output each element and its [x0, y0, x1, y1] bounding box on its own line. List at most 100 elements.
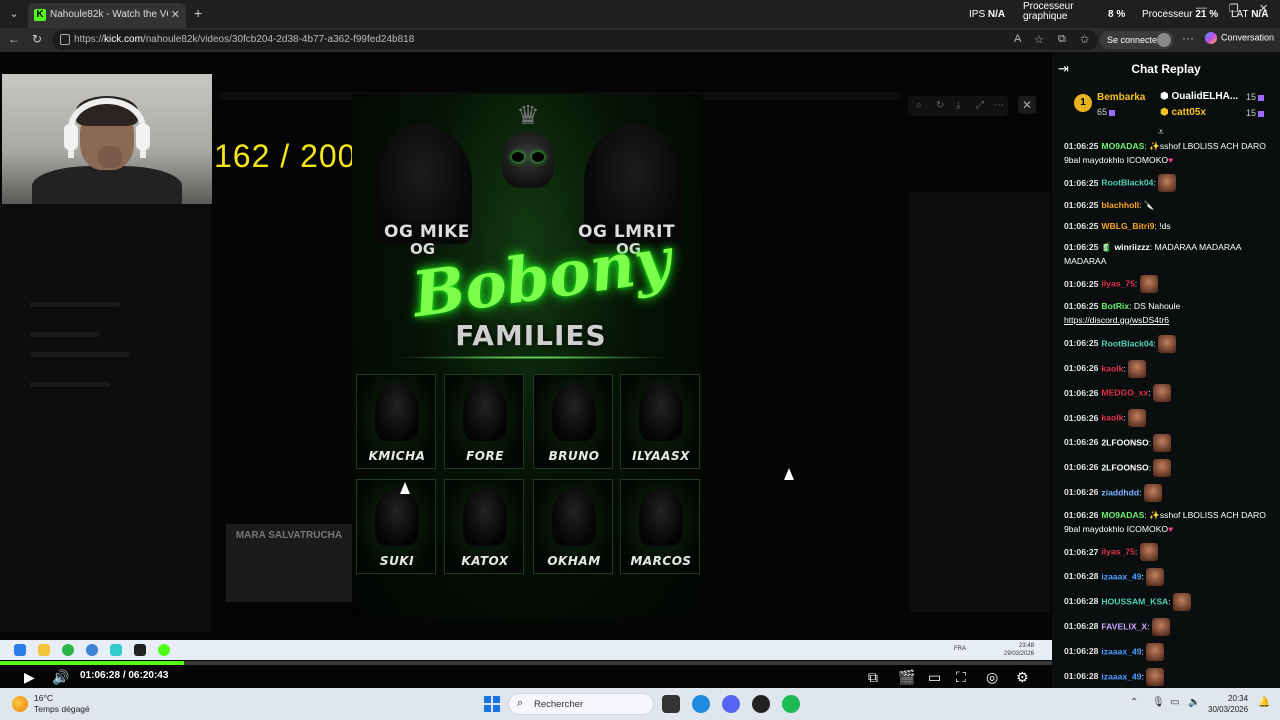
- minimize-icon[interactable]: —: [1196, 2, 1207, 14]
- url-field[interactable]: https://kick.com/nahoule82k/videos/30fcb…: [52, 30, 1098, 50]
- spotify-icon[interactable]: [782, 695, 800, 713]
- message-timestamp: 01:06:27: [1064, 546, 1099, 557]
- expand-icon[interactable]: ⤢: [976, 100, 984, 111]
- taskbar-search[interactable]: ⌕ Rechercher: [508, 693, 654, 715]
- scroll-down-icon[interactable]: ⩡: [1158, 127, 1164, 138]
- close-window-icon[interactable]: ✕: [1259, 2, 1268, 15]
- message-username[interactable]: HOUSSAM_KSA: [1101, 596, 1168, 606]
- emote-icon: [1153, 434, 1172, 453]
- message-username[interactable]: ziaddhdd: [1101, 487, 1139, 497]
- message-username[interactable]: kaolk: [1101, 363, 1123, 373]
- weather-sun-icon[interactable]: [12, 696, 28, 712]
- weather-widget[interactable]: 16°C Temps dégagé: [34, 693, 90, 715]
- more-menu-icon[interactable]: ···: [1182, 31, 1194, 45]
- chat-message: 01:06:25 BotRix: DS Nahoule https://discor…: [1064, 300, 1270, 328]
- chat-title: Chat Replay: [1131, 62, 1201, 76]
- download-icon[interactable]: ⤓: [956, 100, 960, 111]
- chat-message: 01:06:25 🧃 winriizzz: MADARAA MADARAA MAD…: [1064, 241, 1270, 269]
- favorite-star-icon[interactable]: ☆: [1034, 33, 1044, 46]
- background-sidebar: [0, 202, 210, 632]
- emote-icon: [1146, 667, 1165, 686]
- rotate-icon[interactable]: ↻: [936, 100, 944, 111]
- emote-icon: [1158, 174, 1177, 193]
- message-timestamp: 01:06:25: [1064, 141, 1099, 151]
- start-button[interactable]: [484, 696, 500, 712]
- mara-card-text: MARA SALVATRUCHA: [235, 530, 343, 541]
- message-username[interactable]: RootBlack04: [1101, 178, 1153, 188]
- message-username[interactable]: ilyas_75: [1101, 279, 1134, 289]
- message-username[interactable]: 2LFOONSO: [1101, 437, 1148, 447]
- message-username[interactable]: MO9ADAS: [1101, 510, 1144, 520]
- message-username[interactable]: WBLG_Bitri9: [1101, 221, 1154, 231]
- app-icon: [110, 644, 122, 656]
- emote-icon: [1151, 618, 1170, 636]
- discord-icon[interactable]: [722, 695, 740, 713]
- back-icon[interactable]: ←: [8, 32, 20, 46]
- refresh-icon[interactable]: ↻: [32, 32, 42, 46]
- message-timestamp: 01:06:26: [1064, 487, 1099, 498]
- obs-icon[interactable]: [752, 695, 770, 713]
- copilot-conversation-button[interactable]: Conversation: [1205, 32, 1274, 44]
- message-username[interactable]: FAVELIX_X: [1101, 621, 1147, 631]
- message-text: :: [1141, 646, 1144, 657]
- message-link[interactable]: https://discord.gg/wsDS4tr6: [1064, 315, 1169, 325]
- tray-overflow-icon[interactable]: ⌃: [1130, 697, 1138, 708]
- microphone-icon[interactable]: 🎙: [1152, 697, 1165, 708]
- viewer-close-icon[interactable]: ✕: [1018, 96, 1036, 114]
- playback-speed-icon[interactable]: ◎: [986, 668, 998, 686]
- task-view-icon[interactable]: [662, 695, 680, 713]
- skull-icon: [502, 132, 554, 188]
- progress-bar-fill: [0, 661, 184, 665]
- message-username[interactable]: izaaax_49: [1101, 646, 1141, 656]
- emote-icon: [1153, 459, 1172, 478]
- leaderboard-name[interactable]: ⬢ OualidELHA...: [1160, 91, 1238, 102]
- edge-icon[interactable]: [692, 695, 710, 713]
- clip-icon[interactable]: 🎬: [898, 668, 915, 686]
- message-username[interactable]: MEDGO_xx: [1101, 388, 1148, 398]
- message-text: :: [1147, 621, 1150, 632]
- message-username[interactable]: blachholl: [1101, 200, 1139, 210]
- message-username[interactable]: 2LFOONSO: [1101, 462, 1148, 472]
- browser-tab-active[interactable]: K Nahoule82k - Watch the VOD on K ✕: [28, 3, 186, 28]
- message-username[interactable]: izaaax_49: [1101, 671, 1141, 681]
- message-username[interactable]: MO9ADAS: [1101, 141, 1144, 151]
- speaker-icon[interactable]: 🔈: [1188, 697, 1200, 708]
- chat-message-list: 01:06:25 MO9ADAS: ✨sshof LBOLISS ACH DARO…: [1064, 140, 1270, 688]
- tab-actions-icon[interactable]: ⌄: [6, 6, 22, 22]
- restore-icon[interactable]: ❐: [1229, 2, 1239, 15]
- chat-message: 01:06:28 izaaax_49:: [1064, 667, 1270, 686]
- new-tab-icon[interactable]: +: [194, 5, 202, 21]
- zoom-icon[interactable]: ⌕: [916, 100, 922, 111]
- streamer-hand: [98, 146, 122, 168]
- miniplayer-icon[interactable]: ⧉: [868, 668, 878, 686]
- tab-close-icon[interactable]: ✕: [171, 8, 180, 21]
- signin-button[interactable]: Se connecter: [1100, 31, 1174, 49]
- leaderboard-name[interactable]: ⬢ catt05x: [1160, 107, 1206, 118]
- viewer-more-icon[interactable]: ⋯: [994, 100, 1004, 111]
- notifications-icon[interactable]: 🔔: [1258, 697, 1270, 708]
- volume-icon[interactable]: 🔊: [52, 668, 69, 686]
- message-username[interactable]: izaaax_49: [1101, 571, 1141, 581]
- stream-taskbar: FRA 23:48 29/03/2026: [0, 640, 1052, 660]
- fullscreen-icon[interactable]: ⛶: [956, 668, 966, 686]
- message-username[interactable]: 🧃 winriizzz: [1101, 242, 1149, 252]
- message-username[interactable]: kaolk: [1101, 413, 1123, 423]
- system-clock[interactable]: 20:34 30/03/2026: [1208, 693, 1248, 715]
- settings-gear-icon[interactable]: ⚙: [1016, 668, 1029, 686]
- video-player[interactable]: ⌕ ↻ ⤓ ⤢ ⋯ ✕ 162 / 200 SUBS ♛ OG MIKE OG …: [0, 52, 1052, 688]
- extensions-icon[interactable]: ⧉: [1058, 33, 1066, 46]
- theater-mode-icon[interactable]: ▭: [928, 668, 941, 686]
- message-username[interactable]: BotRix: [1101, 301, 1129, 311]
- message-username[interactable]: RootBlack04: [1101, 338, 1153, 348]
- message-text: :: [1168, 596, 1171, 607]
- url-text: https://kick.com/nahoule82k/videos/30fcb…: [74, 34, 415, 45]
- emote-icon: [1139, 543, 1158, 562]
- favorites-icon[interactable]: ✩: [1080, 33, 1089, 46]
- network-icon[interactable]: ▭: [1170, 697, 1179, 708]
- read-aloud-icon[interactable]: A: [1014, 33, 1021, 45]
- progress-bar[interactable]: [0, 661, 1052, 665]
- play-icon[interactable]: ▶: [24, 668, 35, 686]
- message-username[interactable]: ilyas_75: [1101, 547, 1134, 557]
- leaderboard-name[interactable]: Bembarka: [1097, 92, 1145, 103]
- member-card: OKHAM: [533, 479, 613, 574]
